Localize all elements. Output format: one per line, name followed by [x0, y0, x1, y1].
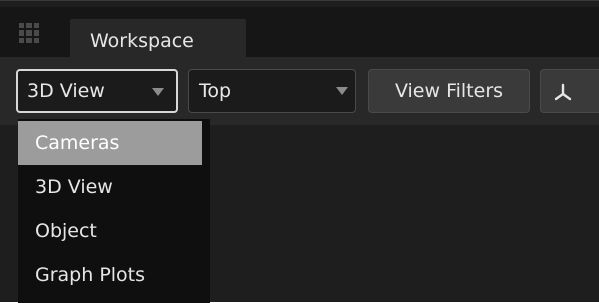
view-filters-button[interactable]: View Filters [368, 69, 530, 113]
toolbar: 3D View Top View Filters [0, 57, 599, 125]
axis-button[interactable] [540, 69, 599, 113]
view-mode-value: 3D View [27, 80, 105, 102]
view-mode-dropdown[interactable]: 3D View [16, 69, 178, 113]
menu-item-cameras[interactable]: Cameras [18, 121, 202, 165]
view-mode-menu: Cameras 3D View Object Graph Plots [18, 119, 210, 303]
tab-bar: Workspace [0, 7, 599, 63]
camera-value: Top [199, 80, 232, 102]
chevron-down-icon [152, 88, 164, 96]
menu-item-object[interactable]: Object [18, 209, 202, 253]
axis-triad-icon [554, 83, 572, 101]
grid-menu-icon[interactable] [19, 23, 39, 43]
menu-item-3d-view[interactable]: 3D View [18, 165, 202, 209]
app-window: Workspace 3D View Top View Filters Camer… [0, 0, 599, 303]
camera-dropdown[interactable]: Top [188, 69, 356, 113]
chevron-down-icon [336, 87, 348, 95]
menu-item-graph-plots[interactable]: Graph Plots [18, 253, 202, 297]
